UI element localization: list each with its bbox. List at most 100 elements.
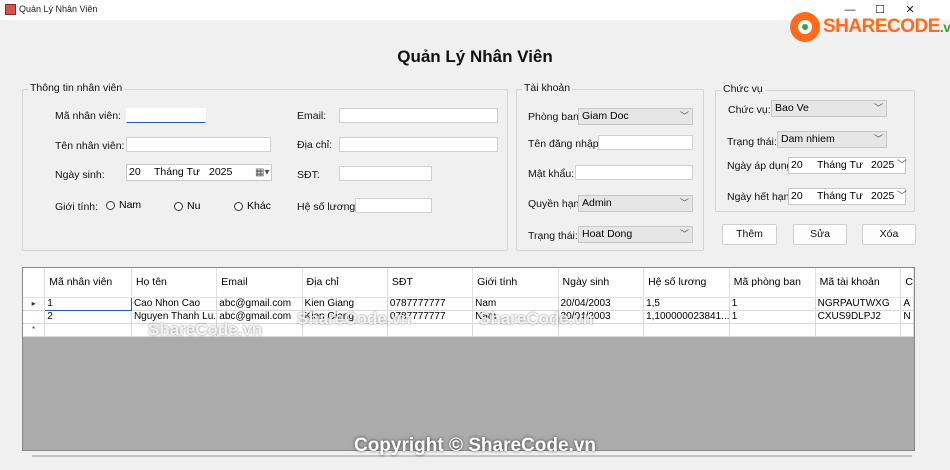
- table-cell[interactable]: CXUS9DLPJ2: [815, 310, 902, 324]
- app-icon: [5, 4, 16, 15]
- address-label: Địa chỉ:: [297, 139, 333, 151]
- email-label: Email:: [297, 110, 327, 122]
- row-header[interactable]: ▸: [23, 297, 46, 311]
- watermark-text: ShareCode.vn: [148, 320, 263, 339]
- column-header[interactable]: Họ tên: [131, 268, 218, 298]
- column-header[interactable]: Địa chỉ: [302, 268, 388, 298]
- gender-radio-nu[interactable]: Nu: [174, 200, 200, 212]
- permission-select[interactable]: Admin ﹀: [578, 195, 693, 212]
- table-cell[interactable]: NGRPAUTWXG: [815, 297, 902, 311]
- address-input[interactable]: [339, 137, 498, 152]
- column-header[interactable]: Ngày sinh: [558, 268, 645, 298]
- column-header[interactable]: Giới tính: [472, 268, 559, 298]
- start-date-picker[interactable]: 20 Tháng Tư 2025 ﹀: [788, 157, 907, 174]
- password-input[interactable]: [575, 165, 693, 180]
- column-header[interactable]: Mã phòng ban: [729, 268, 816, 298]
- radio-icon: [174, 201, 183, 211]
- chevron-down-icon[interactable]: ﹀: [897, 158, 907, 173]
- table-cell[interactable]: [815, 323, 902, 337]
- table-cell[interactable]: abc@gmail.com: [216, 297, 303, 311]
- table-cell[interactable]: 1: [729, 297, 816, 311]
- end-date-label: Ngày hết hạn:: [727, 191, 793, 203]
- radio-icon: [106, 200, 115, 210]
- edit-button[interactable]: Sửa: [793, 224, 847, 245]
- dob-day: 20: [129, 166, 141, 178]
- position-status-select[interactable]: Dam nhiem ﹀: [777, 131, 887, 148]
- table-cell[interactable]: 2: [44, 310, 132, 324]
- gear-logo-icon: [790, 12, 820, 42]
- table-cell[interactable]: A: [900, 297, 914, 311]
- table-cell[interactable]: 1: [44, 296, 132, 311]
- account-status-select[interactable]: Hoat Dong ﹀: [578, 226, 693, 243]
- row-header[interactable]: *: [23, 323, 46, 337]
- column-header[interactable]: SĐT: [387, 268, 474, 298]
- dob-picker[interactable]: 20 Tháng Tư 2025 ▦▾: [126, 164, 272, 181]
- phone-label: SĐT:: [297, 169, 320, 181]
- calendar-dropdown-icon[interactable]: ▦▾: [255, 165, 269, 180]
- table-cell[interactable]: 1: [729, 310, 816, 324]
- start-day: 20: [791, 159, 803, 171]
- chevron-down-icon[interactable]: ﹀: [897, 189, 907, 204]
- table-row[interactable]: ▸ 1 Cao Nhon Cao abc@gmail.com Kien Gian…: [23, 296, 914, 311]
- chevron-down-icon: ﹀: [679, 229, 689, 239]
- employee-name-input[interactable]: [126, 137, 271, 152]
- table-cell[interactable]: [900, 323, 914, 337]
- table-cell[interactable]: [643, 323, 730, 337]
- sharecode-logo: SHARECODE.vn: [790, 10, 950, 44]
- password-label: Mật khẩu:: [528, 168, 575, 180]
- end-day: 20: [791, 190, 803, 202]
- position-label: Chức vụ:: [728, 104, 771, 116]
- username-input[interactable]: [598, 135, 693, 150]
- column-header[interactable]: C: [900, 268, 914, 298]
- delete-button[interactable]: Xóa: [862, 224, 916, 245]
- table-cell[interactable]: 1,5: [643, 297, 730, 311]
- row-header-corner: [23, 268, 46, 298]
- end-month: Tháng Tư: [817, 190, 863, 202]
- add-button[interactable]: Thêm: [722, 224, 777, 245]
- salary-coef-input[interactable]: [355, 198, 432, 213]
- gender-label: Giới tính:: [55, 201, 99, 213]
- table-cell[interactable]: [729, 323, 816, 337]
- chevron-down-icon: ﹀: [873, 134, 883, 144]
- chevron-down-icon: ﹀: [679, 198, 689, 208]
- column-header[interactable]: Hệ số lương: [643, 268, 730, 298]
- chevron-down-icon: ﹀: [873, 103, 883, 113]
- window-title: Quản Lý Nhân Viên: [19, 4, 98, 14]
- table-cell[interactable]: Cao Nhon Cao: [131, 297, 218, 311]
- gender-radio-other[interactable]: Khác: [234, 200, 271, 212]
- watermark-text: ShareCode.vn: [479, 309, 594, 328]
- phone-input[interactable]: [339, 166, 432, 181]
- employee-info-legend: Thông tin nhân viên: [28, 82, 125, 94]
- column-header[interactable]: Mã nhân viên: [44, 268, 132, 298]
- table-cell[interactable]: N: [900, 310, 914, 324]
- email-input[interactable]: [339, 108, 498, 123]
- employee-name-label: Tên nhân viên:: [55, 140, 125, 152]
- permission-label: Quyền hạn:: [528, 198, 583, 210]
- username-label: Tên đăng nhập:: [528, 138, 602, 150]
- end-year: 2025: [871, 190, 895, 202]
- salary-coef-label: Hệ số lương:: [297, 201, 359, 213]
- employee-data-grid[interactable]: Mã nhân viên Họ tên Email Địa chỉ SĐT Gi…: [22, 267, 915, 451]
- end-date-picker[interactable]: 20 Tháng Tư 2025 ﹀: [788, 188, 907, 205]
- gender-radio-male[interactable]: Nam: [106, 199, 141, 211]
- start-date-label: Ngày áp dụng:: [727, 160, 796, 172]
- employee-id-input[interactable]: [126, 108, 206, 123]
- department-select[interactable]: Giam Doc ﹀: [578, 108, 693, 125]
- position-legend: Chức vụ: [721, 83, 765, 95]
- start-year: 2025: [871, 159, 895, 171]
- row-header[interactable]: [23, 310, 46, 324]
- dob-month: Tháng Tư: [154, 166, 200, 178]
- employee-id-label: Mã nhân viên:: [55, 110, 121, 122]
- table-cell[interactable]: [44, 323, 132, 337]
- department-label: Phòng ban:: [528, 111, 582, 123]
- copyright-watermark: Copyright © ShareCode.vn: [353, 435, 597, 456]
- account-legend: Tài khoản: [522, 82, 573, 94]
- table-cell[interactable]: 1,100000023841...: [643, 310, 730, 324]
- dob-year: 2025: [209, 166, 233, 178]
- table-header-row: Mã nhân viên Họ tên Email Địa chỉ SĐT Gi…: [23, 268, 914, 298]
- position-select[interactable]: Bao Ve ﹀: [771, 100, 887, 117]
- column-header[interactable]: Email: [216, 268, 303, 298]
- account-status-label: Trạng thái:: [528, 230, 578, 242]
- column-header[interactable]: Mã tài khoản: [815, 268, 902, 298]
- dob-label: Ngày sinh:: [55, 169, 105, 181]
